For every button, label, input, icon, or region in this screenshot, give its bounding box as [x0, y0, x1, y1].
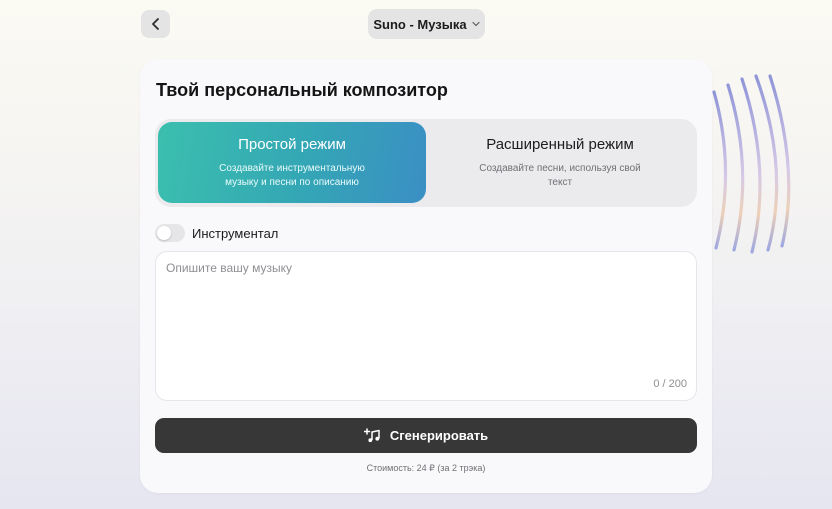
instrumental-label: Инструментал — [192, 225, 279, 241]
prompt-box: 0 / 200 — [155, 251, 697, 401]
card-title: Твой персональный композитор — [156, 80, 448, 100]
mode-advanced-name: Расширенный режим — [486, 136, 634, 153]
instrumental-row: Инструментал — [155, 223, 278, 243]
composer-card: Твой персональный композитор Простой реж… — [140, 59, 712, 493]
toggle-knob — [157, 226, 171, 240]
mode-simple-name: Простой режим — [238, 136, 346, 153]
generate-label: Сгенерировать — [389, 428, 489, 443]
mode-simple-description: Создавайте инструментальную музыку и пес… — [219, 163, 365, 188]
mode-switcher: Простой режим Создавайте инструментальну… — [155, 119, 697, 207]
character-counter: 0 / 200 — [653, 378, 687, 390]
service-selector[interactable]: Suno - Музыка — [368, 9, 485, 39]
sound-waves-decoration — [712, 74, 791, 254]
music-description-input[interactable] — [166, 261, 686, 371]
generate-button[interactable]: Сгенерировать — [155, 418, 697, 453]
back-button[interactable] — [141, 10, 170, 38]
chevron-down-icon — [472, 21, 480, 27]
mode-advanced-tab[interactable]: Расширенный режим Создавайте песни, испо… — [426, 122, 694, 203]
cost-note: Стоимость: 24 ₽ (за 2 трэка) — [366, 463, 486, 473]
service-title: Suno - Музыка — [373, 16, 467, 32]
mode-advanced-description: Создавайте песни, используя свой текст — [479, 163, 641, 188]
music-sparkle-icon — [363, 428, 380, 443]
mode-simple-tab[interactable]: Простой режим Создавайте инструментальну… — [158, 122, 426, 203]
chevron-left-icon — [151, 18, 159, 30]
instrumental-toggle[interactable] — [155, 224, 185, 242]
